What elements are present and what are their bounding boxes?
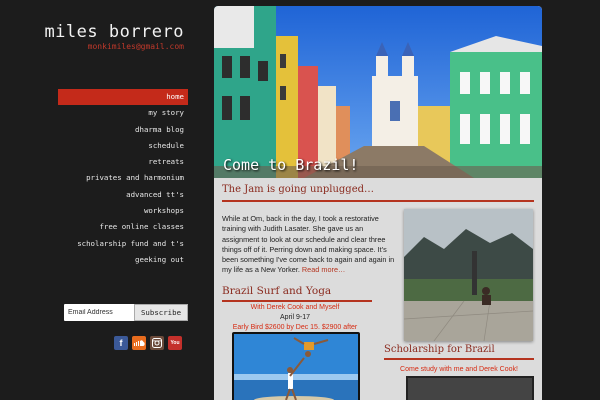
nav-item-dharma-blog[interactable]: dharma blog bbox=[58, 122, 188, 138]
instagram-icon[interactable] bbox=[150, 336, 164, 350]
nav-item-workshops[interactable]: workshops bbox=[58, 203, 188, 219]
post-photo[interactable] bbox=[404, 209, 533, 341]
acro-yoga-image bbox=[234, 334, 358, 400]
nav-item-my-story[interactable]: my story bbox=[58, 105, 188, 121]
nav-item-scholarship-fund[interactable]: scholarship fund and t's bbox=[58, 236, 188, 252]
scholarship-photo[interactable] bbox=[406, 376, 534, 400]
facebook-icon[interactable]: f bbox=[114, 336, 128, 350]
youtube-icon[interactable]: You bbox=[168, 336, 182, 350]
main-content: Come to Brazil! The Jam is going unplugg… bbox=[214, 6, 542, 400]
surf-yoga-photo[interactable] bbox=[232, 332, 360, 400]
hero-caption[interactable]: Come to Brazil! bbox=[223, 156, 358, 174]
page: miles borrero monkimiles@gmail.com home … bbox=[0, 0, 600, 400]
scholarship-title[interactable]: Scholarship for Brazil bbox=[384, 344, 495, 355]
nav-item-advanced-tts[interactable]: advanced tt's bbox=[58, 187, 188, 203]
nav-item-schedule[interactable]: schedule bbox=[58, 138, 188, 154]
brazil-dates: April 9-17 bbox=[280, 314, 310, 321]
brazil-section-title[interactable]: Brazil Surf and Yoga bbox=[222, 285, 331, 297]
site-email-link[interactable]: monkimiles@gmail.com bbox=[88, 42, 184, 51]
hero-image bbox=[214, 6, 542, 178]
nav-item-free-online-classes[interactable]: free online classes bbox=[58, 219, 188, 235]
email-field[interactable] bbox=[64, 304, 134, 321]
sidebar: miles borrero monkimiles@gmail.com home … bbox=[0, 0, 200, 400]
brazil-pricing: Early Bird $2600 by Dec 15. $2900 after bbox=[232, 324, 358, 331]
social-links: f You bbox=[114, 336, 182, 350]
main-nav: home my story dharma blog schedule retre… bbox=[58, 89, 188, 268]
subscribe-button[interactable]: Subscribe bbox=[134, 304, 188, 321]
nav-item-geeking-out[interactable]: geeking out bbox=[58, 252, 188, 268]
nav-item-home[interactable]: home bbox=[58, 89, 188, 106]
post-excerpt: While at Om, back in the day, I took a r… bbox=[222, 214, 398, 276]
nav-item-privates[interactable]: privates and harmonium bbox=[58, 170, 188, 186]
hero-banner[interactable]: Come to Brazil! bbox=[214, 6, 542, 178]
subscribe-form: Subscribe bbox=[64, 304, 188, 321]
scholarship-subtitle: Come study with me and Derek Cook! bbox=[400, 366, 518, 373]
mountain-photo bbox=[404, 209, 533, 341]
nav-item-retreats[interactable]: retreats bbox=[58, 154, 188, 170]
brazil-teachers: With Derek Cook and Myself bbox=[250, 304, 340, 311]
soundcloud-icon[interactable] bbox=[132, 336, 146, 350]
brazil-divider bbox=[222, 300, 372, 302]
read-more-link[interactable]: Read more… bbox=[302, 265, 345, 274]
site-title[interactable]: miles borrero bbox=[44, 22, 184, 42]
post-divider bbox=[222, 200, 534, 202]
post-title[interactable]: The Jam is going unplugged… bbox=[222, 184, 374, 195]
scholarship-divider bbox=[384, 358, 534, 360]
